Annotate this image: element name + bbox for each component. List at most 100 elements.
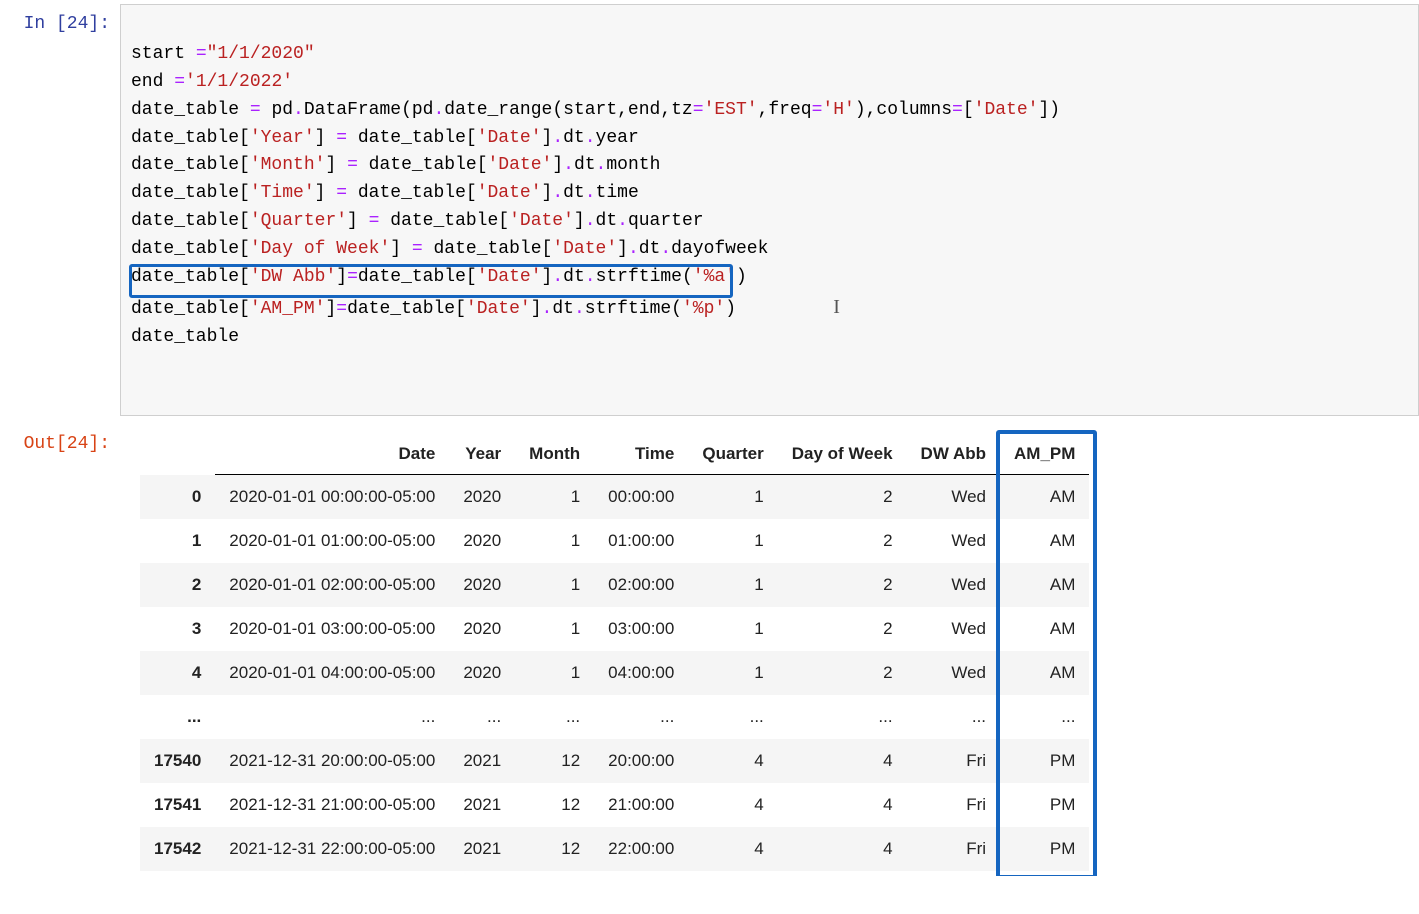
- row-index: ...: [140, 695, 215, 739]
- table-cell: Wed: [907, 651, 1000, 695]
- in-exec-count: 24: [67, 14, 89, 34]
- table-cell: Wed: [907, 563, 1000, 607]
- table-cell: 1: [515, 475, 594, 520]
- table-header-cell: [140, 434, 215, 475]
- text-cursor-icon: I: [833, 292, 834, 314]
- table-cell: 2: [778, 563, 907, 607]
- code-line: end ='1/1/2022': [131, 72, 293, 92]
- table-cell: 2021: [449, 783, 515, 827]
- table-cell: 1: [688, 563, 777, 607]
- table-cell: ...: [594, 695, 688, 739]
- in-prompt: In [24]:: [0, 4, 120, 34]
- table-row: 175402021-12-31 20:00:00-05:0020211220:0…: [140, 739, 1089, 783]
- table-cell: 1: [688, 651, 777, 695]
- table-cell: Fri: [907, 783, 1000, 827]
- table-cell: 04:00:00: [594, 651, 688, 695]
- table-cell: 02:00:00: [594, 563, 688, 607]
- code-line: date_table['Quarter'] = date_table['Date…: [131, 211, 704, 231]
- table-cell: 4: [688, 739, 777, 783]
- code-line: date_table: [131, 327, 239, 347]
- table-cell: 1: [688, 475, 777, 520]
- table-cell: 2: [778, 607, 907, 651]
- table-cell: AM: [1000, 651, 1089, 695]
- output-area: DateYearMonthTimeQuarterDay of WeekDW Ab…: [120, 424, 1419, 876]
- row-index: 17540: [140, 739, 215, 783]
- table-cell: 2020: [449, 607, 515, 651]
- table-header-row: DateYearMonthTimeQuarterDay of WeekDW Ab…: [140, 434, 1089, 475]
- table-cell: 2: [778, 651, 907, 695]
- code-line: date_table['Time'] = date_table['Date'].…: [131, 183, 639, 203]
- code-line: date_table['AM_PM']=date_table['Date'].d…: [131, 299, 736, 319]
- code-line: date_table = pd.DataFrame(pd.date_range(…: [131, 100, 1060, 120]
- table-row: 12020-01-01 01:00:00-05:002020101:00:001…: [140, 519, 1089, 563]
- row-index: 3: [140, 607, 215, 651]
- table-header-cell: Quarter: [688, 434, 777, 475]
- table-header-cell: Time: [594, 434, 688, 475]
- table-cell: 21:00:00: [594, 783, 688, 827]
- row-index: 1: [140, 519, 215, 563]
- table-row: 175422021-12-31 22:00:00-05:0020211222:0…: [140, 827, 1089, 871]
- table-cell: 2020-01-01 00:00:00-05:00: [215, 475, 449, 520]
- table-cell: 12: [515, 827, 594, 871]
- input-cell: In [24]: start ="1/1/2020" end ='1/1/202…: [0, 0, 1419, 420]
- out-prompt: Out[24]:: [0, 424, 120, 454]
- table-cell: 4: [688, 827, 777, 871]
- output-cell: Out[24]: DateYearMonthTimeQuarterDay of …: [0, 420, 1419, 880]
- table-header-cell: Date: [215, 434, 449, 475]
- row-index: 2: [140, 563, 215, 607]
- table-cell: 00:00:00: [594, 475, 688, 520]
- code-editor[interactable]: start ="1/1/2020" end ='1/1/2022' date_t…: [120, 4, 1419, 416]
- table-header-cell: AM_PM: [1000, 434, 1089, 475]
- table-cell: 1: [688, 607, 777, 651]
- table-cell: Fri: [907, 739, 1000, 783]
- table-cell: ...: [688, 695, 777, 739]
- table-cell: 1: [515, 607, 594, 651]
- table-cell: 2020: [449, 651, 515, 695]
- table-cell: PM: [1000, 783, 1089, 827]
- table-row: 42020-01-01 04:00:00-05:002020104:00:001…: [140, 651, 1089, 695]
- table-header-cell: Day of Week: [778, 434, 907, 475]
- table-cell: 4: [778, 739, 907, 783]
- table-cell: ...: [907, 695, 1000, 739]
- table-row: 22020-01-01 02:00:00-05:002020102:00:001…: [140, 563, 1089, 607]
- table-cell: 2021: [449, 827, 515, 871]
- table-cell: 4: [688, 783, 777, 827]
- table-cell: 22:00:00: [594, 827, 688, 871]
- table-cell: 1: [688, 519, 777, 563]
- table-cell: 1: [515, 563, 594, 607]
- out-exec-count: 24: [67, 434, 89, 454]
- table-header-cell: Month: [515, 434, 594, 475]
- table-cell: 2: [778, 519, 907, 563]
- table-cell: AM: [1000, 519, 1089, 563]
- table-cell: 2020: [449, 519, 515, 563]
- table-cell: 1: [515, 519, 594, 563]
- table-cell: 2020-01-01 01:00:00-05:00: [215, 519, 449, 563]
- table-row: 32020-01-01 03:00:00-05:002020103:00:001…: [140, 607, 1089, 651]
- table-row: 02020-01-01 00:00:00-05:002020100:00:001…: [140, 475, 1089, 520]
- table-cell: 2: [778, 475, 907, 520]
- row-index: 0: [140, 475, 215, 520]
- table-cell: 2021-12-31 20:00:00-05:00: [215, 739, 449, 783]
- table-cell: 2021: [449, 739, 515, 783]
- table-cell: ...: [215, 695, 449, 739]
- table-cell: 4: [778, 827, 907, 871]
- table-cell: ...: [515, 695, 594, 739]
- table-cell: 2021-12-31 21:00:00-05:00: [215, 783, 449, 827]
- row-index: 17541: [140, 783, 215, 827]
- code-line: date_table['Month'] = date_table['Date']…: [131, 155, 660, 175]
- table-cell: Fri: [907, 827, 1000, 871]
- code-line: date_table['DW Abb']=date_table['Date'].…: [131, 267, 747, 287]
- code-line: date_table['Day of Week'] = date_table['…: [131, 239, 768, 259]
- table-cell: 03:00:00: [594, 607, 688, 651]
- table-cell: 2020: [449, 563, 515, 607]
- table-row: ...........................: [140, 695, 1089, 739]
- table-row: 175412021-12-31 21:00:00-05:0020211221:0…: [140, 783, 1089, 827]
- table-cell: Wed: [907, 519, 1000, 563]
- table-cell: 12: [515, 783, 594, 827]
- table-cell: Wed: [907, 475, 1000, 520]
- table-cell: 2020: [449, 475, 515, 520]
- row-index: 4: [140, 651, 215, 695]
- table-header-cell: DW Abb: [907, 434, 1000, 475]
- table-cell: AM: [1000, 475, 1089, 520]
- table-cell: 2021-12-31 22:00:00-05:00: [215, 827, 449, 871]
